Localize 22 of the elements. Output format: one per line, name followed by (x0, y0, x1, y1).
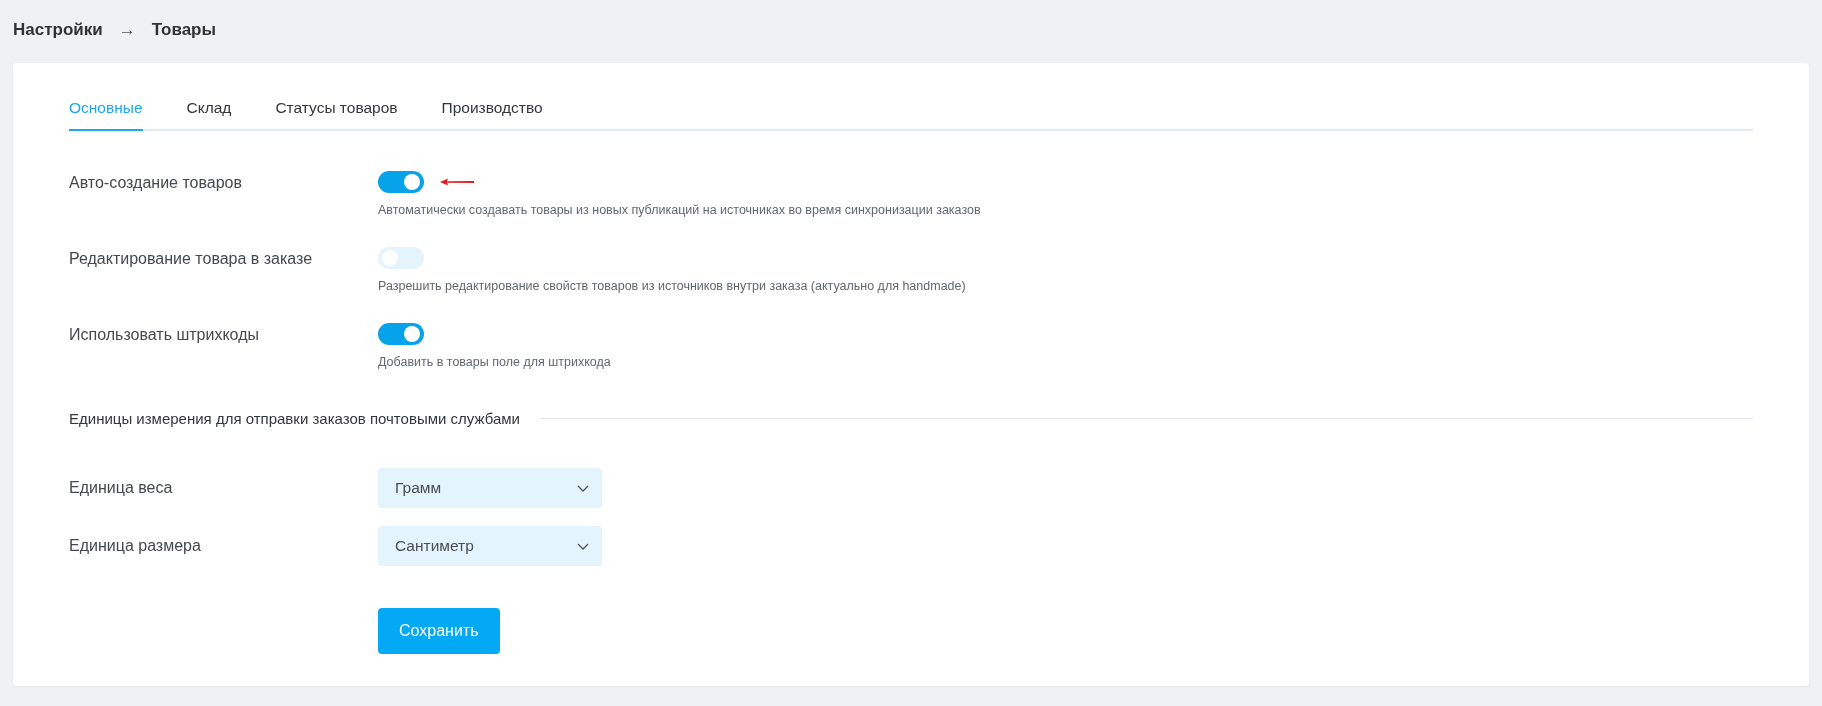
breadcrumb-item: Товары (151, 19, 216, 41)
chevron-down-icon (577, 542, 589, 550)
tab[interactable]: Статусы товаров (275, 89, 398, 132)
setting-label: Использовать штрихкоды (69, 324, 260, 345)
toggle-switch[interactable] (378, 171, 424, 194)
setting-label: Редактирование товара в заказе (69, 249, 314, 269)
setting-description: Автоматически создавать товары из новых публикаций на источниках во время синхронизации заказов (378, 202, 981, 220)
toggle-switch[interactable] (378, 322, 424, 345)
field-label: Единица веса (69, 478, 174, 498)
tab[interactable]: Производство (441, 89, 543, 132)
breadcrumb-item[interactable]: Настройки (13, 17, 103, 43)
select-field[interactable]: Сантиметр (378, 526, 602, 566)
breadcrumb-separator: → (118, 19, 136, 41)
setting-label: Авто-создание товаров (69, 173, 243, 194)
tab[interactable]: Склад (186, 89, 232, 132)
setting-description: Добавить в товары поле для штрихкода (378, 353, 611, 371)
select-field[interactable]: Грамм (378, 468, 602, 508)
chevron-down-icon (577, 484, 589, 492)
section-title: Единицы измерения для отправки заказов почтовыми службами (69, 408, 520, 429)
toggle-switch[interactable] (378, 247, 424, 269)
field-label: Единица размера (69, 536, 202, 556)
setting-description: Разрешить редактирование свойств товаров из источников внутри заказа (актуально для handmade) (378, 278, 966, 295)
